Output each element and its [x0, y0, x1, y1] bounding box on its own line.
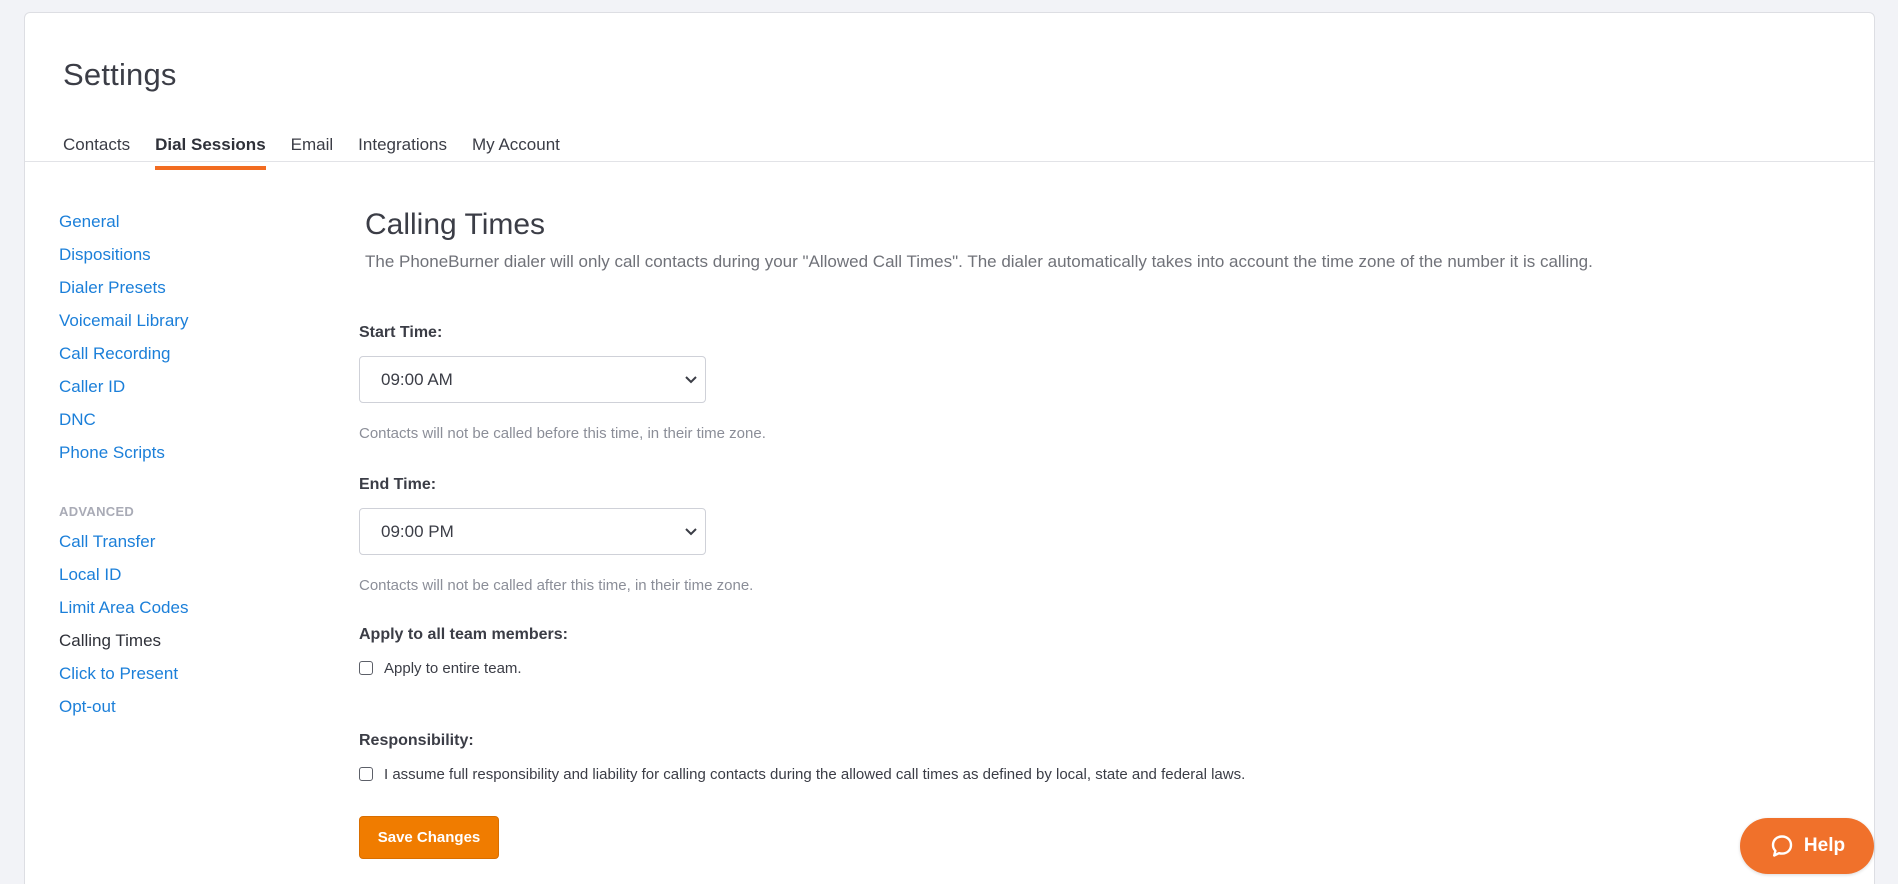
sidebar-item-general[interactable]: General [59, 209, 279, 242]
chat-bubble-icon [1771, 835, 1793, 857]
sidebar-item-call-recording[interactable]: Call Recording [59, 341, 279, 374]
sidebar-item-opt-out[interactable]: Opt-out [59, 694, 279, 727]
team-group: Apply to all team members: Apply to enti… [359, 624, 1839, 680]
sidebar-item-voicemail-library[interactable]: Voicemail Library [59, 308, 279, 341]
sidebar-item-click-to-present[interactable]: Click to Present [59, 661, 279, 694]
save-changes-button[interactable]: Save Changes [359, 816, 499, 859]
settings-tabs: Contacts Dial Sessions Email Integration… [63, 125, 585, 170]
start-time-select[interactable]: 09:00 AM [359, 356, 706, 403]
tab-dial-sessions[interactable]: Dial Sessions [155, 125, 266, 170]
sidebar-item-dialer-presets[interactable]: Dialer Presets [59, 275, 279, 308]
apply-team-checkbox-label[interactable]: Apply to entire team. [384, 660, 522, 677]
sidebar-item-calling-times[interactable]: Calling Times [59, 628, 279, 661]
end-time-help: Contacts will not be called after this t… [359, 577, 754, 594]
tab-contacts[interactable]: Contacts [63, 125, 130, 169]
start-time-help: Contacts will not be called before this … [359, 425, 766, 442]
sidebar-item-phone-scripts[interactable]: Phone Scripts [59, 440, 279, 473]
sidebar-item-limit-area-codes[interactable]: Limit Area Codes [59, 595, 279, 628]
start-time-label: Start Time: [359, 324, 443, 341]
end-time-select[interactable]: 09:00 PM [359, 508, 706, 555]
responsibility-checkbox[interactable] [359, 767, 373, 781]
section-description: The PhoneBurner dialer will only call co… [365, 252, 1593, 271]
apply-team-checkbox[interactable] [359, 661, 373, 675]
start-time-value: 09:00 AM [381, 370, 453, 389]
team-checkbox-row: Apply to entire team. [359, 656, 1839, 680]
end-time-group: End Time: 09:00 PM Contacts will not be … [359, 474, 1839, 597]
responsibility-group: Responsibility: I assume full responsibi… [359, 730, 1839, 786]
sidebar-item-caller-id[interactable]: Caller ID [59, 374, 279, 407]
responsibility-checkbox-label[interactable]: I assume full responsibility and liabili… [384, 766, 1245, 783]
section-title: Calling Times [365, 208, 546, 241]
start-time-group: Start Time: 09:00 AM Contacts will not b… [359, 322, 1839, 445]
help-button-label: Help [1803, 835, 1846, 856]
chevron-down-icon [685, 528, 697, 536]
responsibility-label: Responsibility: [359, 732, 474, 749]
sidebar-section-advanced: ADVANCED [59, 504, 135, 519]
team-label: Apply to all team members: [359, 626, 568, 643]
tab-my-account[interactable]: My Account [472, 125, 560, 169]
tab-email[interactable]: Email [291, 125, 334, 169]
tab-integrations[interactable]: Integrations [358, 125, 447, 169]
settings-card: Settings Contacts Dial Sessions Email In… [24, 12, 1875, 884]
sidebar-item-dispositions[interactable]: Dispositions [59, 242, 279, 275]
tab-divider [25, 161, 1874, 162]
end-time-label: End Time: [359, 476, 437, 493]
end-time-value: 09:00 PM [381, 522, 454, 541]
help-button[interactable]: Help [1740, 818, 1874, 874]
responsibility-checkbox-row: I assume full responsibility and liabili… [359, 762, 1839, 786]
sidebar-nav: General Dispositions Dialer Presets Voic… [59, 209, 279, 727]
calling-times-panel: Calling Times The PhoneBurner dialer wil… [359, 203, 1839, 859]
sidebar-item-call-transfer[interactable]: Call Transfer [59, 529, 279, 562]
page-title: Settings [63, 57, 177, 92]
chevron-down-icon [685, 376, 697, 384]
sidebar-item-local-id[interactable]: Local ID [59, 562, 279, 595]
actions: Save Changes [359, 816, 1839, 859]
sidebar-item-dnc[interactable]: DNC [59, 407, 279, 440]
